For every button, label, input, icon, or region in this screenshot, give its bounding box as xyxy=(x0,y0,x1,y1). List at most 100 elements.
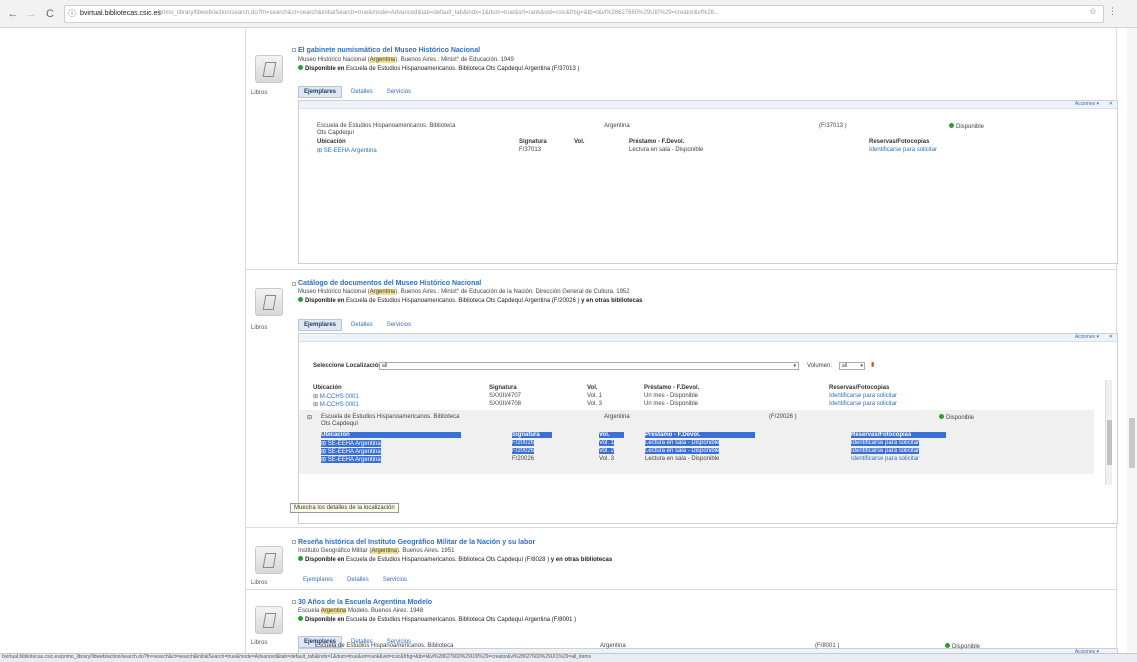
tab-servicios[interactable]: Servicios xyxy=(378,575,412,585)
volume-select[interactable]: all ▾ xyxy=(839,362,865,370)
book-thumbnail[interactable] xyxy=(255,606,283,634)
col-header: Reservas/Fotocopias xyxy=(829,385,890,391)
loan-cell: Un mes - Disponible xyxy=(644,393,699,399)
location-link[interactable]: ⊞ SE-EEHA Argentina xyxy=(321,448,381,455)
library-signature: (F/37013 ) xyxy=(819,123,847,129)
col-header: Ubicación xyxy=(313,385,342,391)
signature-cell: SXXIII/4708 xyxy=(489,401,522,407)
request-link[interactable]: Identificarse para solicitar xyxy=(851,456,919,462)
available-dot-icon xyxy=(298,556,303,561)
result-record: Libros El gabinete numismático del Museo… xyxy=(246,28,1118,270)
request-link[interactable]: Identificarse para solicitar xyxy=(829,401,897,407)
select-checkbox[interactable] xyxy=(292,540,296,544)
request-link[interactable]: Identificarse para solicitar xyxy=(851,440,920,446)
collapse-icon[interactable]: ⊟ xyxy=(307,414,312,421)
acciones-menu[interactable]: Acciones ▾ xyxy=(1075,101,1099,107)
loan-cell: Lectura en sala - Disponible xyxy=(645,456,720,462)
loan-cell: Un mes - Disponible xyxy=(644,401,699,407)
col-header: Ubicación xyxy=(321,432,461,438)
location-select-label: Seleccione Localización: xyxy=(313,363,385,369)
tab-servicios[interactable]: Servicios xyxy=(382,320,416,330)
select-checkbox[interactable] xyxy=(292,282,296,286)
location-link[interactable]: ⊞ M-CCHS 0001 xyxy=(313,393,359,400)
menu-icon[interactable]: ⋮ xyxy=(1108,6,1117,17)
record-title[interactable]: 30 Años de la Escuela Argentina Modelo xyxy=(298,599,432,606)
col-header: Préstamo - F.Devol. xyxy=(629,139,685,145)
record-tabs: Ejemplares Detalles Servicios xyxy=(298,319,420,331)
forward-icon[interactable]: → xyxy=(24,7,38,21)
request-link[interactable]: Identificarse para solicitar xyxy=(869,147,937,153)
location-select[interactable]: all ▾ xyxy=(379,362,799,370)
location-link[interactable]: ⊞ SE-EEHA Argentina xyxy=(321,456,381,463)
availability: Disponible en Escuela de Estudios Hispan… xyxy=(298,65,579,72)
availability: Disponible en Escuela de Estudios Hispan… xyxy=(298,297,643,304)
loan-cell: Lectura en sala - Disponible xyxy=(645,448,720,454)
volume-cell: Vol. 3 xyxy=(587,401,603,407)
record-tabs: Ejemplares Detalles Servicios xyxy=(298,575,416,587)
result-record: Libros Catálogo de documentos del Museo … xyxy=(246,270,1118,528)
library-signature: (F/8001 ) xyxy=(815,643,840,649)
book-thumbnail[interactable] xyxy=(255,288,283,316)
holdings-panel: Acciones ▾ ✕ Escuela de Estudios Hispano… xyxy=(298,100,1118,264)
library-name: Escuela de Estudios Hispanoamericanos. B… xyxy=(317,123,456,129)
volume-label: Volumen: xyxy=(807,363,833,369)
tab-ejemplares[interactable]: Ejemplares xyxy=(298,319,343,331)
signature-cell: F/37013 xyxy=(519,147,542,153)
library-collection: Argentina xyxy=(604,123,630,129)
close-icon[interactable]: ✕ xyxy=(1109,334,1113,340)
signature-cell: SXXIII/4707 xyxy=(489,393,522,399)
loan-cell: Lectura en sala - Disponible xyxy=(645,440,720,446)
col-header: Signatura xyxy=(489,385,517,391)
page-scrollbar[interactable] xyxy=(1127,28,1137,653)
select-checkbox[interactable] xyxy=(292,48,296,52)
library-status: Disponible xyxy=(939,414,974,421)
select-checkbox[interactable] xyxy=(292,600,296,604)
signature-cell: F/20026 xyxy=(512,440,535,446)
result-record: Libros Reseña histórica del Instituto Ge… xyxy=(246,528,1118,590)
record-title[interactable]: El gabinete numismático del Museo Histór… xyxy=(298,47,480,54)
availability: Disponible en Escuela de Estudios Hispan… xyxy=(298,556,612,563)
trash-icon[interactable]: ▮ xyxy=(871,361,874,368)
volume-cell: Vol. 1 xyxy=(599,440,615,446)
record-meta: Museo Histórico Nacional (Argentina). Bu… xyxy=(298,57,514,63)
tab-detalles[interactable]: Detalles xyxy=(346,320,378,330)
format-label: Libros xyxy=(251,325,268,331)
book-thumbnail[interactable] xyxy=(255,55,283,83)
request-link[interactable]: Identificarse para solicitar xyxy=(829,393,897,399)
record-meta: Instituto Geográfico Militar (Argentina)… xyxy=(298,548,455,554)
request-link[interactable]: Identificarse para solicitar xyxy=(851,448,920,454)
record-title[interactable]: Reseña histórica del Instituto Geográfic… xyxy=(298,539,535,546)
tab-servicios[interactable]: Servicios xyxy=(382,87,416,97)
format-label: Libros xyxy=(251,90,268,96)
record-title[interactable]: Catálogo de documentos del Museo Históri… xyxy=(298,280,481,287)
location-link[interactable]: ⊞ SE-EEHA Argentina xyxy=(321,440,381,447)
col-header: Signatura xyxy=(519,139,547,145)
location-link[interactable]: ⊞ SE-EEHA Argentina xyxy=(317,147,377,154)
volume-cell: Vol. 3 xyxy=(599,456,615,462)
tab-detalles[interactable]: Detalles xyxy=(342,575,374,585)
info-icon[interactable]: ⓘ xyxy=(68,9,78,19)
back-icon[interactable]: ← xyxy=(6,7,20,21)
holdings-scrollbar[interactable] xyxy=(1105,380,1112,485)
format-label: Libros xyxy=(251,640,268,646)
url-path: /primo_library/libweb/action/search.do?f… xyxy=(157,10,719,16)
library-collection: Argentina xyxy=(604,414,630,420)
col-header: Reservas/Fotocopias xyxy=(851,432,946,438)
tab-detalles[interactable]: Detalles xyxy=(346,87,378,97)
bookmark-star-icon[interactable]: ☆ xyxy=(1089,6,1097,17)
location-link[interactable]: ⊞ M-CCHS 0001 xyxy=(313,401,359,408)
location-tooltip: Muestra los detalles de la localización xyxy=(290,503,399,513)
book-thumbnail[interactable] xyxy=(255,546,283,574)
acciones-menu[interactable]: Acciones ▾ xyxy=(1075,334,1099,340)
close-icon[interactable]: ✕ xyxy=(1109,101,1113,107)
library-status: Disponible xyxy=(945,643,980,650)
library-signature: (F/20026 ) xyxy=(769,414,797,420)
col-header: Préstamo - F.Devol. xyxy=(644,385,700,391)
address-bar[interactable]: ⓘ bvirtual.bibliotecas.csic.es /primo_li… xyxy=(64,5,1104,23)
col-header: Vol. xyxy=(574,139,585,145)
tab-ejemplares[interactable]: Ejemplares xyxy=(298,86,343,98)
reload-icon[interactable]: C xyxy=(43,7,57,21)
tab-ejemplares[interactable]: Ejemplares xyxy=(298,575,338,585)
col-header: Signatura xyxy=(512,432,552,438)
library-name: Escuela de Estudios Hispanoamericanos. B… xyxy=(321,414,460,420)
